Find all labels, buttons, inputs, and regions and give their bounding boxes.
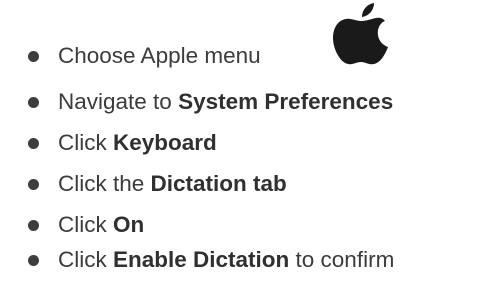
bullet-icon [28,97,39,108]
apple-body [333,17,388,65]
list-item-dictation-tab: Click the Dictation tab [0,164,485,204]
step-text: Click On [58,211,144,239]
bullet-icon [28,51,39,62]
step-prefix: Navigate to [58,89,179,114]
step-prefix: Click [58,130,113,155]
bullet-icon [28,138,39,149]
step-prefix: Choose Apple menu [58,43,261,68]
list-item-keyboard: Click Keyboard [0,123,485,163]
step-prefix: Click [58,247,113,272]
step-strong: Keyboard [113,130,217,155]
bullet-icon [28,255,39,266]
step-text: Choose Apple menu [58,42,261,70]
step-text: Navigate to System Preferences [58,88,393,116]
step-strong: System Preferences [178,89,394,114]
step-suffix: to confirm [289,247,395,272]
apple-leaf [362,3,374,17]
bullet-icon [28,220,39,231]
list-item-choose-apple-menu: Choose Apple menu [0,30,485,70]
step-text: Click the Dictation tab [58,170,287,198]
step-prefix: Click [58,212,113,237]
apple-logo-icon [333,3,388,65]
step-text: Click Keyboard [58,129,217,157]
bullet-icon [28,179,39,190]
step-prefix: Click the [58,171,151,196]
step-strong: Dictation tab [150,171,287,196]
step-text: Click Enable Dictation to confirm [58,246,394,274]
list-item-enable-dictation: Click Enable Dictation to confirm [0,240,485,280]
step-strong: Enable Dictation [113,247,290,272]
list-item-on: Click On [0,205,485,245]
step-strong: On [113,212,145,237]
list-item-system-preferences: Navigate to System Preferences [0,82,485,122]
